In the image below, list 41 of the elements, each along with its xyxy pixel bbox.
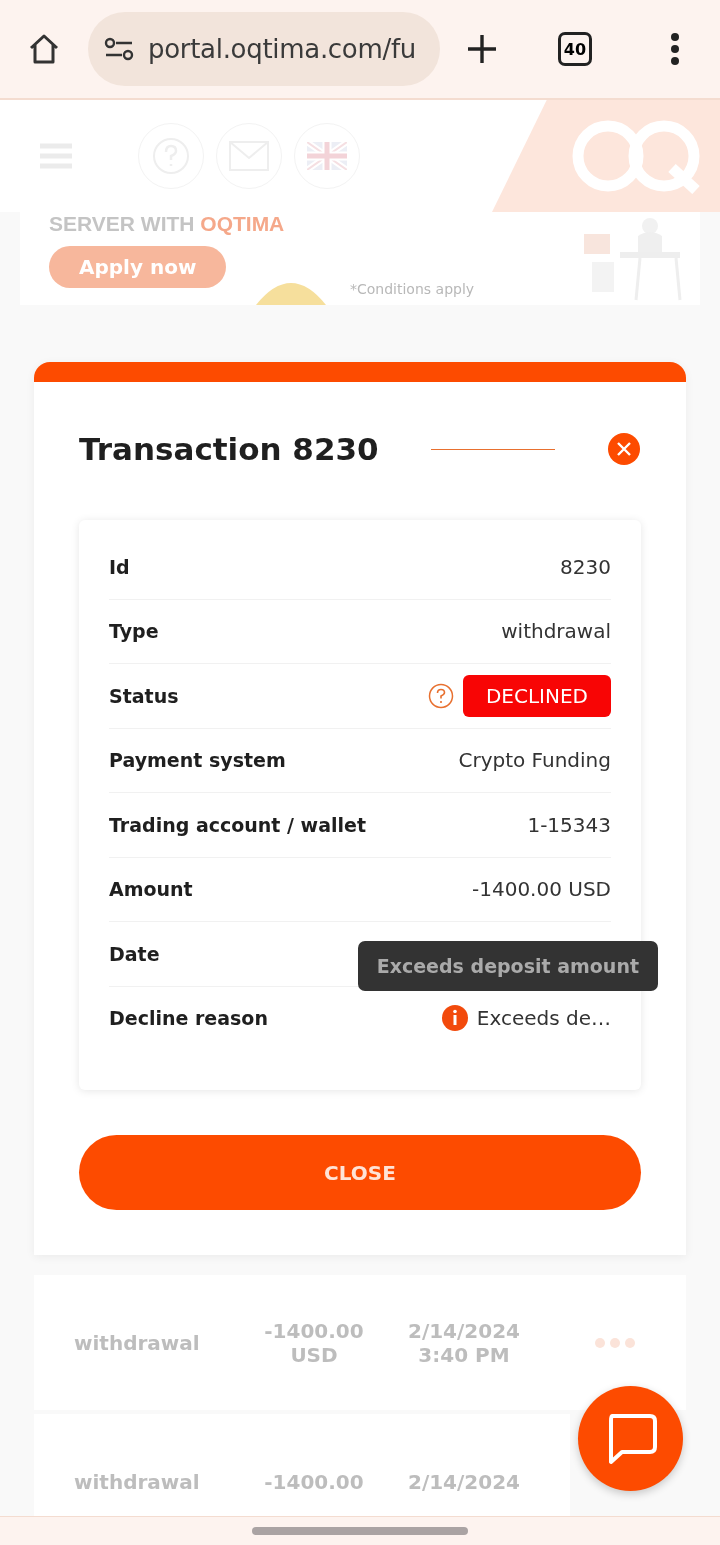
table-cell-text: 2/14/2024 [407, 1469, 521, 1494]
detail-label: Payment system [109, 749, 286, 772]
conditions-note: *Conditions apply [350, 281, 475, 297]
detail-label: Date [109, 942, 160, 965]
dialog-title: Transaction 8230 [79, 431, 379, 467]
detail-value: 1-15343 [527, 812, 611, 837]
table-cell-text: -1400.00 [263, 1469, 365, 1494]
close-icon[interactable] [607, 432, 641, 466]
table-cell-text: withdrawal [73, 1330, 201, 1355]
detail-label: Trading account / wallet [109, 813, 366, 836]
help-icon[interactable] [427, 682, 454, 709]
chat-button[interactable] [578, 1386, 683, 1491]
detail-label: Decline reason [109, 1007, 268, 1030]
tab-count-button[interactable]: 40 [558, 32, 592, 66]
transaction-row[interactable]: withdrawal -1400.00 USD 2/14/2024 3:40 PM [34, 1275, 686, 1410]
flag-icon [307, 142, 347, 170]
site-settings-icon[interactable] [104, 36, 134, 62]
hill-drawing [256, 283, 326, 305]
address-bar[interactable]: portal.oqtima.com/fu [88, 12, 440, 86]
transaction-row[interactable]: withdrawal -1400.00 2/14/2024 [34, 1414, 570, 1517]
more-menu-icon[interactable] [670, 32, 680, 66]
table-cell-text: -1400.00 USD [263, 1318, 365, 1367]
detail-label: Type [109, 620, 159, 643]
info-icon[interactable] [441, 1005, 468, 1032]
new-tab-icon[interactable] [466, 33, 498, 65]
detail-label: Id [109, 555, 130, 578]
detail-label: Amount [109, 878, 193, 901]
detail-value: -1400.00 USD [472, 877, 611, 902]
detail-value: Crypto Funding [458, 748, 611, 773]
status-badge: DECLINED [462, 674, 611, 717]
banner-headline: SERVER WITH OQTIMA [49, 212, 285, 236]
detail-value: Exceeds de… [476, 1006, 611, 1031]
table-cell-text: withdrawal [73, 1469, 201, 1494]
table-cell-text: 2/14/2024 3:40 PM [407, 1318, 521, 1367]
close-button[interactable]: CLOSE [79, 1135, 641, 1210]
apply-now-button[interactable]: Apply now [49, 246, 227, 288]
detail-value: 8230 [560, 554, 611, 579]
detail-value: withdrawal [501, 619, 611, 644]
tooltip: Exceeds deposit amount [357, 941, 658, 992]
detail-label: Status [109, 684, 179, 707]
url-text: portal.oqtima.com/fu [148, 34, 416, 64]
